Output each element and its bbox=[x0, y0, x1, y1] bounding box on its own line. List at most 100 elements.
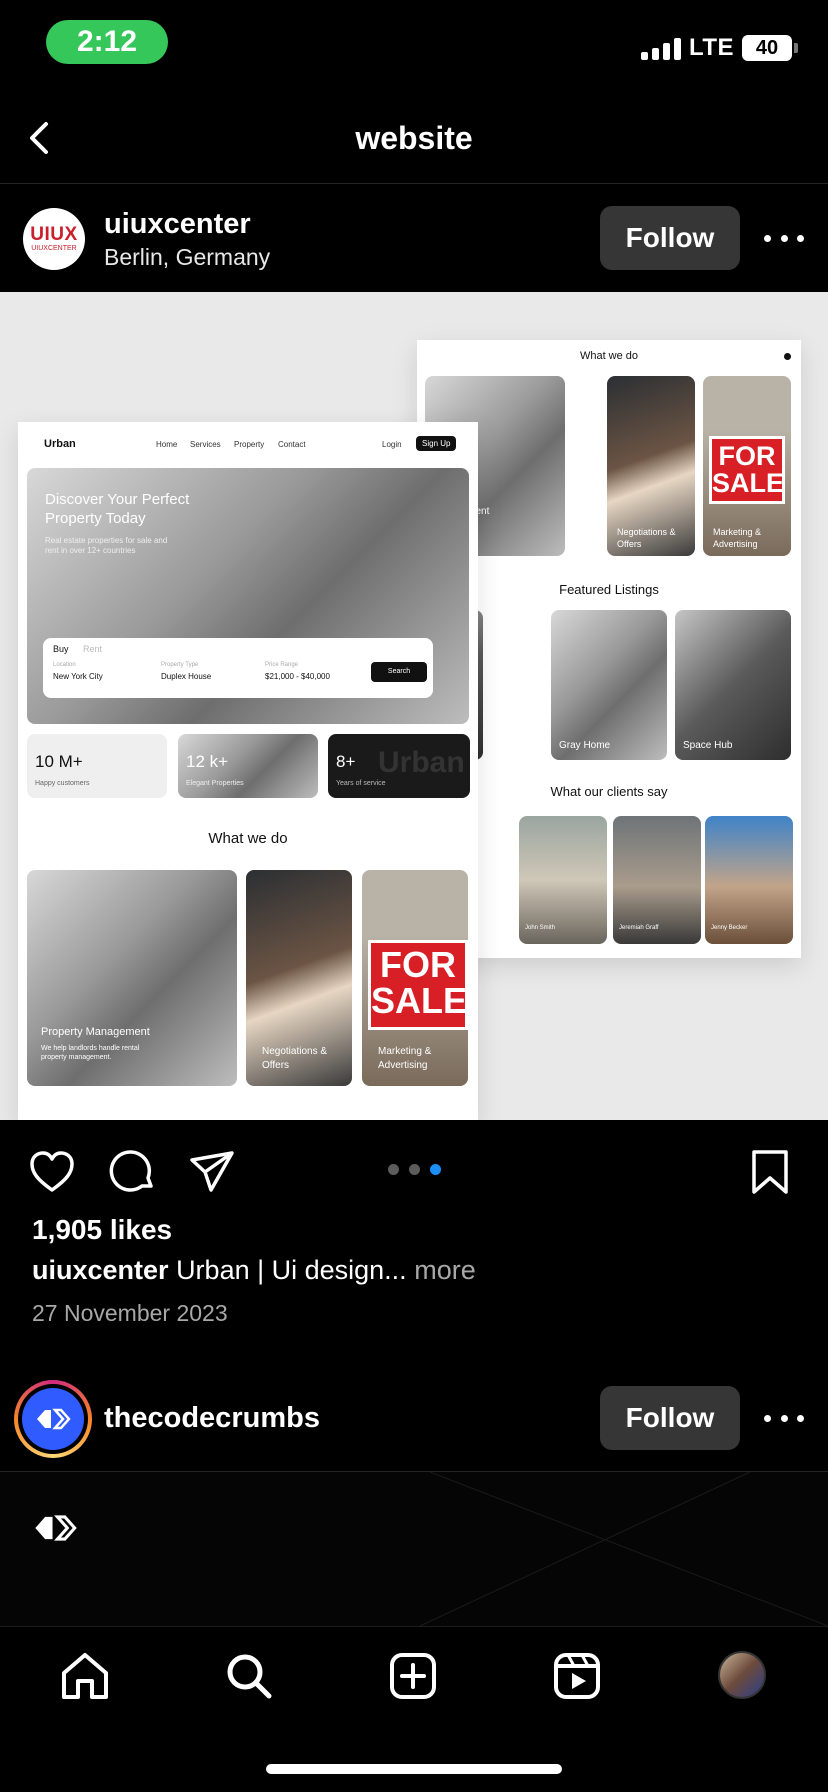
type-value: Duplex House bbox=[161, 672, 212, 681]
back-tile2-title2: Offers bbox=[617, 539, 642, 549]
sale-line1: FOR bbox=[380, 944, 456, 985]
search-icon[interactable] bbox=[222, 1649, 276, 1703]
back-tile2-title1: Negotiations & bbox=[617, 527, 676, 537]
price-value: $21,000 - $40,000 bbox=[265, 672, 330, 681]
mockup-search-button: Search bbox=[371, 662, 427, 682]
back-tile3-title2: Advertising bbox=[713, 539, 758, 549]
codecrumbs-logo-icon bbox=[37, 1408, 71, 1430]
avatar[interactable]: UIUX UIUXCENTER bbox=[23, 208, 85, 270]
avatar-logo-sub: UIUXCENTER bbox=[31, 244, 77, 252]
mockup-hero: Discover Your Perfect Property Today Rea… bbox=[27, 468, 469, 724]
client3-label: Jenny Becker bbox=[711, 925, 748, 931]
front-tile3-title1: Marketing & bbox=[378, 1046, 432, 1057]
listing3-label: Space Hub bbox=[683, 740, 733, 751]
back-tile3-title1: Marketing & bbox=[713, 527, 762, 537]
home-indicator bbox=[266, 1764, 562, 1774]
post-header: UIUX UIUXCENTER uiuxcenter Berlin, Germa… bbox=[0, 184, 828, 292]
front-tile-management: Property Management We help landlords ha… bbox=[27, 870, 237, 1086]
stat3-label: Years of service bbox=[336, 780, 386, 787]
stat1-label: Happy customers bbox=[35, 780, 90, 787]
bookmark-icon[interactable] bbox=[746, 1148, 794, 1196]
avatar-logo-text: UIUX bbox=[30, 223, 78, 245]
mockup-nav-services: Services bbox=[190, 440, 221, 449]
carousel-dot-active bbox=[430, 1164, 441, 1175]
hero-sub-line2: rent in over 12+ countries bbox=[45, 546, 136, 555]
front-section-what: What we do bbox=[208, 830, 288, 847]
client2-label: Jeremiah Graff bbox=[619, 925, 659, 931]
front-tile2-title1: Negotiations & bbox=[262, 1046, 328, 1057]
profile-avatar[interactable] bbox=[718, 1651, 766, 1699]
create-icon[interactable] bbox=[386, 1649, 440, 1703]
client-tile: Jenny Becker bbox=[705, 816, 793, 944]
top-header: website bbox=[0, 90, 828, 184]
post-actions bbox=[0, 1120, 828, 1210]
carousel-indicator bbox=[388, 1164, 441, 1175]
stat3-value: 8+ bbox=[336, 752, 356, 771]
home-icon[interactable] bbox=[58, 1649, 112, 1703]
hero-title-line2: Property Today bbox=[45, 510, 146, 527]
back-tile-negotiations: Negotiations & Offers bbox=[607, 376, 695, 556]
signal-icon bbox=[640, 36, 681, 60]
hero-sub-line1: Real estate properties for sale and bbox=[45, 536, 168, 545]
carousel-dot bbox=[409, 1164, 420, 1175]
more-options-icon[interactable] bbox=[764, 1408, 804, 1428]
location-value: New York City bbox=[53, 672, 103, 681]
post-date: 27 November 2023 bbox=[32, 1300, 228, 1326]
stat-card: 10 M+ Happy customers bbox=[27, 734, 167, 798]
for-sale-sign: FOR SALE bbox=[368, 940, 468, 1030]
listing-tile: Gray Home bbox=[551, 610, 667, 760]
mockup-nav-contact: Contact bbox=[278, 440, 306, 449]
stat-card: 8+ Urban Years of service bbox=[328, 734, 470, 798]
sale-line2: SALE bbox=[712, 468, 785, 498]
stat2-value: 12 k+ bbox=[186, 752, 229, 771]
mockup-brand: Urban bbox=[44, 438, 76, 450]
post-username[interactable]: uiuxcenter bbox=[104, 208, 251, 241]
back-tile-marketing: FOR SALE Marketing & Advertising bbox=[703, 376, 791, 556]
location-label: Location bbox=[53, 662, 76, 668]
mockup-nav-property: Property bbox=[234, 440, 265, 449]
listing-tile: Space Hub bbox=[675, 610, 791, 760]
mockup-front-card: Urban Home Services Property Contact Log… bbox=[18, 422, 478, 1120]
more-options-icon[interactable] bbox=[764, 228, 804, 248]
tab-rent: Rent bbox=[83, 644, 103, 654]
share-icon[interactable] bbox=[188, 1148, 236, 1196]
page-title: website bbox=[355, 120, 473, 156]
reels-icon[interactable] bbox=[550, 1649, 604, 1703]
stat-card: 12 k+ Elegant Properties bbox=[178, 734, 318, 798]
tab-buy: Buy bbox=[53, 644, 69, 654]
mockup-signup: Sign Up bbox=[416, 436, 457, 451]
hero-title-line1: Discover Your Perfect bbox=[45, 491, 190, 508]
front-tile1-sub1: We help landlords handle rental bbox=[41, 1045, 140, 1052]
story-ring-avatar[interactable] bbox=[14, 1380, 92, 1458]
post2-background-lines bbox=[419, 1472, 828, 1626]
post2-username[interactable]: thecodecrumbs bbox=[104, 1402, 320, 1435]
post2-image[interactable] bbox=[0, 1472, 828, 1626]
network-label: LTE bbox=[688, 34, 734, 61]
sale-line2: SALE bbox=[371, 980, 468, 1021]
like-icon[interactable] bbox=[28, 1148, 76, 1196]
follow-button[interactable]: Follow bbox=[600, 1386, 740, 1450]
status-indicators: LTE 40 bbox=[640, 34, 798, 62]
caption-username[interactable]: uiuxcenter bbox=[32, 1255, 169, 1285]
caption-more-link[interactable]: more bbox=[414, 1255, 476, 1285]
sale-line1: FOR bbox=[718, 441, 776, 471]
codecrumbs-logo-icon bbox=[35, 1515, 77, 1541]
stat3-watermark: Urban bbox=[378, 746, 465, 779]
back-section-what: What we do bbox=[579, 350, 639, 362]
post-image[interactable]: What we do Management Negotiations & Off… bbox=[0, 292, 828, 1120]
caption: uiuxcenter Urban | Ui design... more bbox=[32, 1255, 476, 1286]
post-location[interactable]: Berlin, Germany bbox=[104, 244, 270, 271]
front-tile3-title2: Advertising bbox=[378, 1060, 428, 1071]
comment-icon[interactable] bbox=[108, 1148, 156, 1196]
status-time[interactable]: 2:12 bbox=[46, 20, 168, 64]
likes-count[interactable]: 1,905 likes bbox=[32, 1214, 172, 1246]
for-sale-sign: FOR SALE bbox=[709, 436, 785, 504]
front-tile1-title: Property Management bbox=[41, 1026, 150, 1038]
follow-button[interactable]: Follow bbox=[600, 206, 740, 270]
price-label: Price Range bbox=[265, 662, 299, 668]
front-tile-negotiations: Negotiations & Offers bbox=[246, 870, 352, 1086]
mockup-login: Login bbox=[382, 440, 402, 449]
client-tile: John Smith bbox=[519, 816, 607, 944]
stat2-label: Elegant Properties bbox=[186, 780, 244, 787]
front-tile-marketing: FOR SALE Marketing & Advertising bbox=[362, 870, 468, 1086]
